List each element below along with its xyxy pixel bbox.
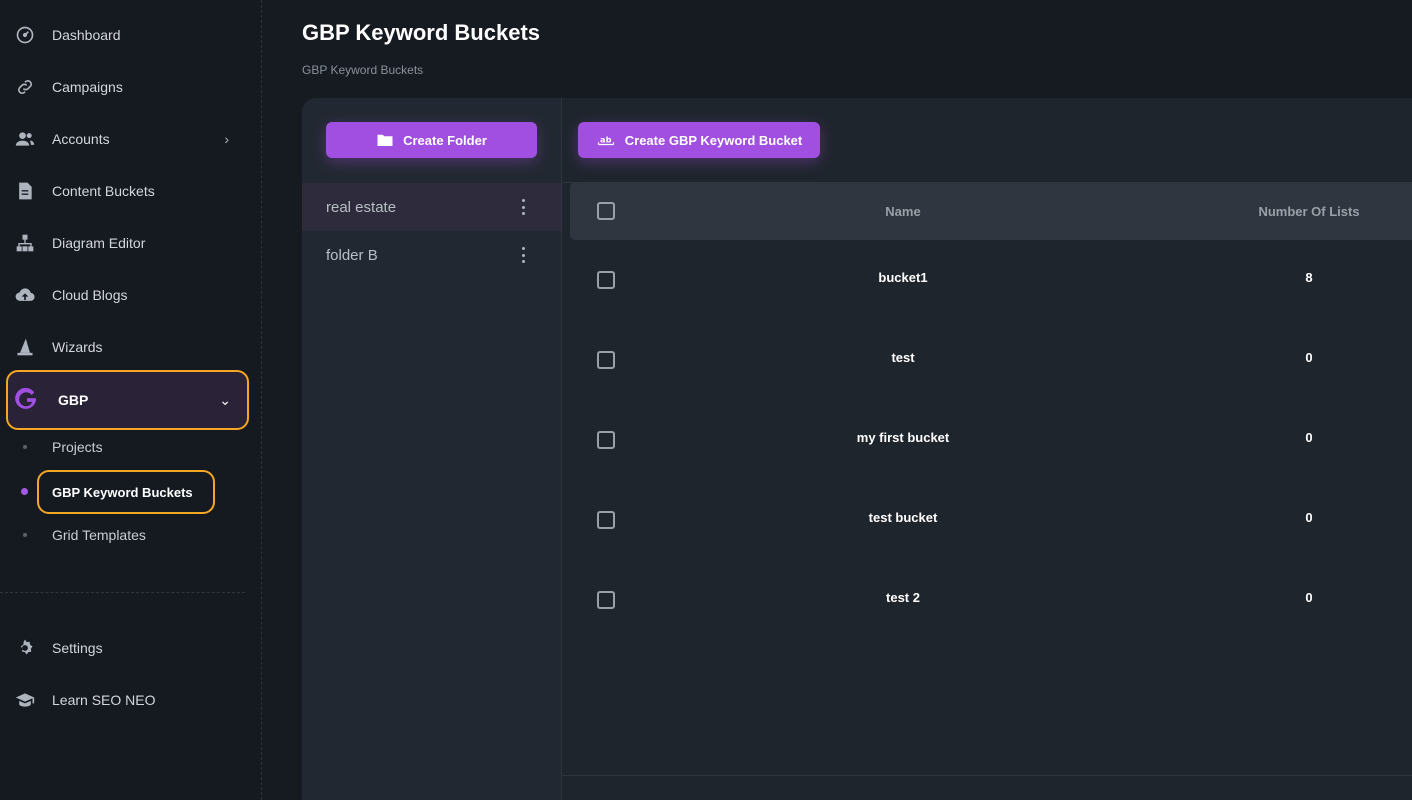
bucket-name: test bucket (868, 510, 938, 525)
sidebar-item-label: Dashboard (52, 27, 121, 43)
users-icon (14, 128, 36, 150)
bucket-name: my first bucket (856, 430, 950, 445)
sidebar-subitem-projects[interactable]: Projects (0, 427, 245, 467)
folder-name: real estate (326, 198, 397, 216)
sidebar-item-label: Wizards (52, 339, 103, 355)
create-bucket-label: Create GBP Keyword Bucket (624, 132, 803, 148)
sidebar-subitem-grid-templates[interactable]: Grid Templates (0, 515, 245, 555)
create-folder-label: Create Folder (403, 132, 487, 148)
column-header-name[interactable]: Name (885, 204, 920, 219)
sidebar-item-label: Learn SEO NEO (52, 692, 156, 708)
chevron-down-icon: ⌄ (219, 391, 231, 408)
sidebar-item-settings[interactable]: Settings (0, 622, 245, 674)
bucket-list-count: 0 (1305, 590, 1313, 605)
bullet-dot (23, 533, 27, 537)
folder-item[interactable]: real estate (302, 183, 561, 231)
sidebar-subitem-label: Grid Templates (52, 527, 146, 543)
folder-icon (376, 131, 394, 149)
sidebar-item-label: Settings (52, 640, 103, 656)
sidebar-subitem-label: Projects (52, 439, 103, 455)
row-checkbox[interactable] (597, 591, 615, 609)
table-row[interactable]: test 0 (570, 320, 1412, 400)
table-row[interactable]: test 2 0 (570, 560, 1412, 640)
sidebar-item-accounts[interactable]: Accounts › (0, 113, 245, 165)
sidebar-item-learn-seo-neo[interactable]: Learn SEO NEO (0, 674, 245, 726)
row-checkbox[interactable] (597, 431, 615, 449)
create-bucket-button[interactable]: ab Create GBP Keyword Bucket (578, 122, 820, 158)
sidebar-item-campaigns[interactable]: Campaigns (0, 61, 245, 113)
table-row[interactable]: my first bucket 0 (570, 400, 1412, 480)
more-vertical-icon[interactable] (521, 247, 525, 263)
folder-item[interactable]: folder B (302, 231, 561, 279)
table-footer-divider (562, 775, 1412, 776)
sidebar-item-dashboard[interactable]: Dashboard (0, 9, 245, 61)
sidebar-item-label: Accounts (52, 131, 110, 147)
sidebar-item-label: Diagram Editor (52, 235, 146, 251)
chevron-right-icon: › (224, 131, 229, 147)
page-title: GBP Keyword Buckets (302, 20, 541, 45)
bucket-name: bucket1 (878, 270, 928, 285)
sidebar-subitem-label: GBP Keyword Buckets (52, 484, 193, 500)
g-logo-icon (14, 387, 40, 413)
row-checkbox[interactable] (597, 351, 615, 369)
bucket-list-count: 0 (1305, 350, 1313, 365)
table-header: Name Number Of Lists (570, 182, 1412, 240)
bucket-name: test (891, 350, 915, 365)
more-vertical-icon[interactable] (521, 199, 525, 215)
text-ab-icon: ab (596, 131, 616, 149)
wizard-hat-icon (14, 336, 36, 358)
sidebar-divider (0, 592, 245, 593)
sidebar-item-diagram-editor[interactable]: Diagram Editor (0, 217, 245, 269)
gear-icon (14, 637, 36, 659)
link-icon (14, 76, 36, 98)
sidebar-item-label: GBP (58, 392, 89, 408)
breadcrumb[interactable]: GBP Keyword Buckets (302, 63, 423, 77)
sidebar-item-label: Campaigns (52, 79, 123, 95)
table-row[interactable]: bucket1 8 (570, 240, 1412, 320)
sitemap-icon (14, 232, 36, 254)
sidebar-item-gbp[interactable]: GBP ⌄ (6, 370, 249, 430)
svg-text:ab: ab (600, 134, 612, 144)
create-folder-button[interactable]: Create Folder (326, 122, 537, 158)
sidebar-item-cloud-blogs[interactable]: Cloud Blogs (0, 269, 245, 321)
bucket-name: test 2 (886, 590, 920, 605)
cloud-upload-icon (14, 284, 36, 306)
bucket-list-count: 0 (1305, 430, 1313, 445)
row-checkbox[interactable] (597, 271, 615, 289)
bullet-dot (23, 445, 27, 449)
folder-name: folder B (326, 246, 378, 264)
column-header-number-of-lists[interactable]: Number Of Lists (1258, 204, 1359, 219)
select-all-checkbox[interactable] (597, 202, 615, 220)
sidebar-item-wizards[interactable]: Wizards (0, 321, 245, 373)
sidebar-item-label: Content Buckets (52, 183, 155, 199)
graduation-cap-icon (14, 689, 36, 711)
dashboard-gauge-icon (14, 24, 36, 46)
document-icon (14, 180, 36, 202)
bucket-list-count: 8 (1305, 270, 1313, 285)
sidebar-subitem-gbp-keyword-buckets[interactable]: GBP Keyword Buckets (37, 470, 215, 514)
row-checkbox[interactable] (597, 511, 615, 529)
table-row[interactable]: test bucket 0 (570, 480, 1412, 560)
sidebar-item-label: Cloud Blogs (52, 287, 128, 303)
bucket-list-count: 0 (1305, 510, 1313, 525)
sidebar-item-content-buckets[interactable]: Content Buckets (0, 165, 245, 217)
active-bullet-dot (21, 488, 28, 495)
